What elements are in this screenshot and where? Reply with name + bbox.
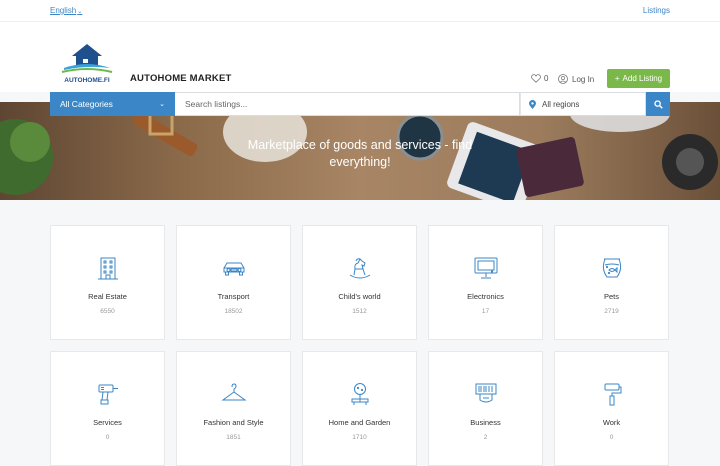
category-name: Work — [602, 418, 621, 427]
region-select-value: All regions — [542, 99, 580, 109]
category-grid: Real Estate 6550 Transport 18502 Child's… — [50, 225, 670, 466]
header: AUTOHOME.FI AUTOHOME MARKET 0 Log In + A… — [0, 22, 720, 92]
category-count: 0 — [609, 434, 614, 441]
category-card[interactable]: Fashion and Style 1851 — [176, 351, 291, 466]
category-select[interactable]: All Categories ⌄ — [50, 92, 175, 116]
add-listing-label: Add Listing — [622, 74, 663, 83]
location-pin-icon — [529, 99, 536, 109]
category-card[interactable]: Services 0 — [50, 351, 165, 466]
car-icon — [223, 262, 244, 276]
heart-icon — [531, 74, 541, 83]
category-count: 1512 — [352, 308, 367, 315]
chevron-down-icon: ⌄ — [159, 101, 165, 108]
language-label: English — [50, 6, 77, 15]
site-logo[interactable]: AUTOHOME.FI — [54, 32, 120, 88]
category-card[interactable]: Pets 2719 — [554, 225, 669, 340]
favorites-link[interactable]: 0 — [531, 74, 548, 83]
category-card[interactable]: Work 0 — [554, 351, 669, 466]
category-count: 18502 — [224, 308, 243, 315]
category-count: 1851 — [226, 434, 241, 441]
add-listing-button[interactable]: + Add Listing — [607, 69, 670, 88]
category-select-value: All Categories — [60, 99, 113, 109]
category-count: 17 — [481, 308, 490, 315]
region-select[interactable]: All regions — [520, 92, 646, 116]
category-count: 2 — [483, 434, 488, 441]
category-name: Child's world — [338, 292, 381, 301]
barcode-icon — [475, 383, 496, 403]
hanger-icon — [220, 383, 247, 401]
category-card[interactable]: Real Estate 6550 — [50, 225, 165, 340]
user-icon — [558, 74, 568, 84]
hero-banner: Marketplace of goods and services - find… — [0, 102, 720, 200]
category-card[interactable]: Business 2 — [428, 351, 543, 466]
chevron-down-icon: ⌄ — [77, 9, 83, 15]
fishbowl-icon — [602, 258, 621, 278]
svg-text:AUTOHOME.FI: AUTOHOME.FI — [64, 77, 110, 84]
category-name: Pets — [603, 292, 619, 301]
search-icon — [653, 99, 663, 109]
lamp-icon — [351, 383, 368, 405]
category-card[interactable]: Home and Garden 1710 — [302, 351, 417, 466]
category-count: 6550 — [100, 308, 115, 315]
category-card[interactable]: Electronics 17 — [428, 225, 543, 340]
search-button[interactable] — [646, 92, 670, 116]
top-bar: English⌄ Listings — [0, 0, 720, 22]
hero-tagline: Marketplace of goods and services - find… — [247, 138, 473, 169]
search-bar: All Categories ⌄ Search listings... All … — [50, 92, 670, 116]
search-placeholder: Search listings... — [185, 99, 248, 109]
category-name: Transport — [217, 292, 250, 301]
category-card[interactable]: Transport 18502 — [176, 225, 291, 340]
monitor-icon — [474, 257, 497, 279]
category-name: Real Estate — [88, 292, 127, 301]
language-selector[interactable]: English⌄ — [50, 6, 82, 15]
plus-icon: + — [614, 74, 620, 83]
category-count: 2719 — [604, 308, 619, 315]
category-name: Services — [93, 418, 122, 427]
category-count: 0 — [105, 434, 110, 441]
category-name: Business — [470, 418, 501, 427]
rocking-horse-icon — [349, 258, 370, 279]
login-link[interactable]: Log In — [558, 74, 594, 84]
category-count: 1710 — [352, 434, 367, 441]
paint-roller-icon — [604, 383, 621, 406]
login-label: Log In — [572, 74, 595, 84]
search-input[interactable]: Search listings... — [175, 92, 520, 116]
site-name: AUTOHOME MARKET — [130, 73, 232, 84]
listings-link[interactable]: Listings — [643, 6, 670, 15]
category-card[interactable]: Child's world 1512 — [302, 225, 417, 340]
category-name: Electronics — [467, 292, 504, 301]
drill-icon — [98, 384, 118, 405]
category-name: Home and Garden — [328, 418, 391, 427]
building-icon — [97, 257, 118, 280]
category-name: Fashion and Style — [203, 418, 264, 427]
favorites-count: 0 — [544, 74, 549, 83]
